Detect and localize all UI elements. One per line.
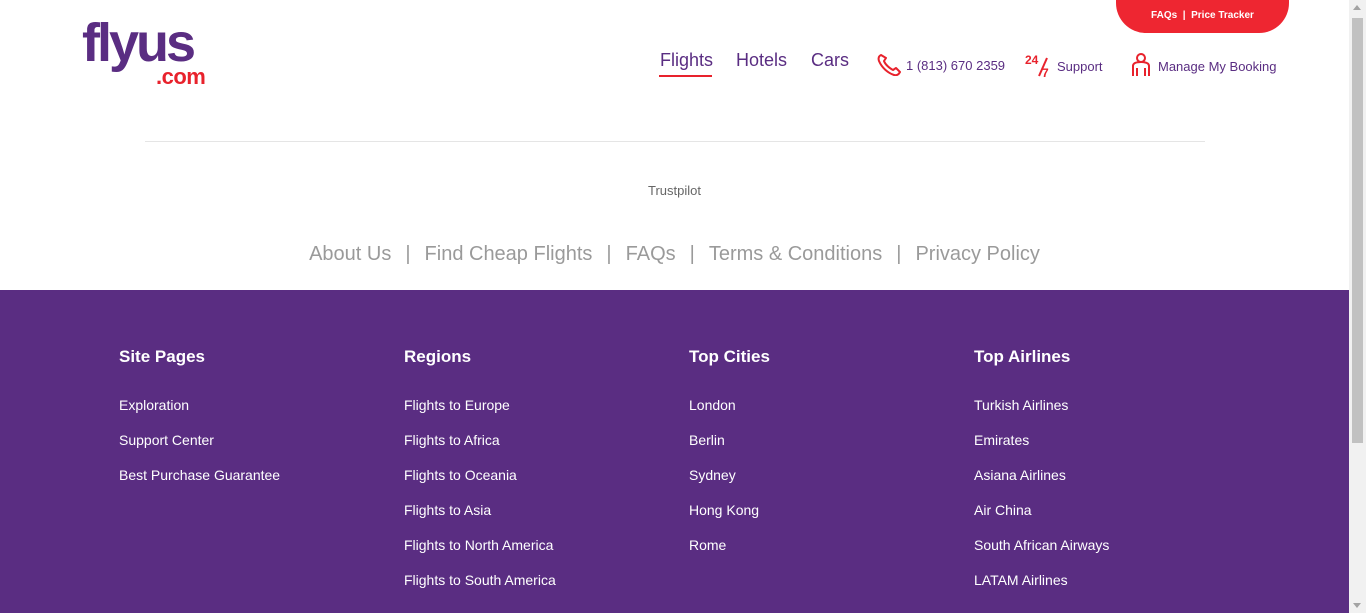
footer-link[interactable]: Flights to Europe [404, 397, 510, 413]
nav-flights[interactable]: Flights [660, 50, 713, 71]
footer-heading: Regions [404, 347, 472, 366]
footer-link[interactable]: Flights to Oceania [404, 467, 517, 483]
phone-number: 1 (813) 670 2359 [906, 58, 1006, 73]
footer-link[interactable]: Support Center [119, 432, 214, 448]
svg-text:7: 7 [1042, 66, 1049, 78]
logo-wordmark: flyus [82, 13, 196, 73]
price-tracker-link[interactable]: Price Tracker [1191, 10, 1254, 21]
footer-link[interactable]: Flights to South America [404, 572, 556, 588]
about-us-link[interactable]: About Us [309, 243, 391, 265]
find-cheap-flights-link[interactable]: Find Cheap Flights [425, 243, 593, 265]
privacy-policy-link[interactable]: Privacy Policy [915, 243, 1039, 265]
top-utility-pill: FAQs | Price Tracker [1116, 0, 1289, 33]
footer-link[interactable]: Asiana Airlines [974, 467, 1066, 483]
support-link[interactable]: 24 7 Support [1025, 52, 1103, 81]
footer-link[interactable]: London [689, 397, 736, 413]
link-separator: | [606, 243, 612, 265]
footer-col-site-pages: Site Pages Exploration Support Center Be… [119, 347, 280, 501]
scroll-down-arrow-icon[interactable] [1353, 603, 1361, 608]
footer-link[interactable]: Turkish Airlines [974, 397, 1068, 413]
scroll-up-arrow-icon[interactable] [1353, 5, 1361, 10]
page: flyus .com FAQs | Price Tracker Flights … [0, 0, 1349, 613]
support-label: Support [1057, 59, 1103, 74]
nav-active-underline [659, 75, 712, 77]
site-footer: Site Pages Exploration Support Center Be… [0, 290, 1349, 613]
terms-link[interactable]: Terms & Conditions [709, 243, 882, 265]
nav-cars[interactable]: Cars [811, 50, 849, 71]
vertical-scrollbar[interactable] [1349, 0, 1366, 613]
footer-heading: Top Cities [689, 347, 770, 366]
svg-text:24: 24 [1025, 53, 1039, 67]
manage-booking-link[interactable]: Manage My Booking [1128, 52, 1277, 81]
nav-hotels[interactable]: Hotels [736, 50, 787, 71]
footer-link[interactable]: Flights to Africa [404, 432, 500, 448]
footer-link[interactable]: Flights to North America [404, 537, 553, 553]
clock-24-7-icon: 24 7 [1025, 52, 1057, 81]
phone-link[interactable]: 1 (813) 670 2359 [876, 52, 1005, 79]
footer-link[interactable]: Exploration [119, 397, 189, 413]
phone-icon [876, 52, 906, 79]
link-separator: | [405, 243, 411, 265]
footer-link[interactable]: Sydney [689, 467, 736, 483]
footer-link[interactable]: South African Airways [974, 537, 1109, 553]
logo-suffix: .com [156, 64, 206, 89]
footer-link[interactable]: Best Purchase Guarantee [119, 467, 280, 483]
faqs-link[interactable]: FAQs [626, 243, 676, 265]
trustpilot-widget[interactable]: Trustpilot [0, 183, 1349, 198]
header-divider [145, 141, 1205, 142]
footer-col-top-cities: Top Cities London Berlin Sydney Hong Kon… [689, 347, 770, 571]
footer-link[interactable]: Emirates [974, 432, 1029, 448]
scrollbar-thumb[interactable] [1352, 18, 1363, 443]
footer-link[interactable]: Flights to Asia [404, 502, 491, 518]
faqs-top-link[interactable]: FAQs [1151, 10, 1177, 21]
footer-col-regions: Regions Flights to Europe Flights to Afr… [404, 347, 556, 606]
footer-link[interactable]: LATAM Airlines [974, 572, 1068, 588]
footer-heading: Top Airlines [974, 347, 1071, 366]
footer-heading: Site Pages [119, 347, 205, 366]
link-separator: | [689, 243, 695, 265]
top-pill-separator: | [1182, 10, 1186, 21]
footer-col-top-airlines: Top Airlines Turkish Airlines Emirates A… [974, 347, 1109, 606]
link-separator: | [896, 243, 902, 265]
footer-link[interactable]: Rome [689, 537, 726, 553]
manage-booking-label: Manage My Booking [1158, 59, 1277, 74]
footer-link[interactable]: Hong Kong [689, 502, 759, 518]
footer-link[interactable]: Air China [974, 502, 1032, 518]
flyus-logo[interactable]: flyus .com [82, 16, 212, 89]
footer-link[interactable]: Berlin [689, 432, 725, 448]
person-icon [1128, 52, 1158, 81]
footer-links-row: About Us | Find Cheap Flights | FAQs | Terms &… [0, 243, 1349, 266]
